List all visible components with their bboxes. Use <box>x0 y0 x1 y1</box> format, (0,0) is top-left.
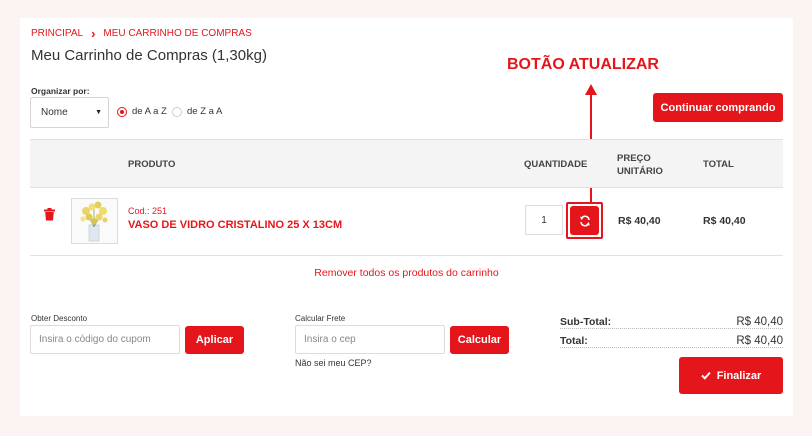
continue-shopping-button[interactable]: Continuar comprando <box>653 93 783 122</box>
shipping-label: Calcular Frete <box>295 314 346 323</box>
product-thumbnail[interactable] <box>71 198 118 244</box>
total-label: Total: <box>560 335 588 347</box>
header-total: TOTAL <box>703 159 734 170</box>
product-code: Cod.: 251 <box>128 206 168 216</box>
finalize-label: Finalizar <box>716 369 762 382</box>
radio-icon-checked <box>117 106 127 117</box>
remove-all-area: Remover todos os produtos do carrinho <box>20 267 793 279</box>
sort-radio-desc-label: de Z a A <box>187 106 223 117</box>
calculate-shipping-button[interactable]: Calcular <box>450 326 509 354</box>
header-unit-price-line2: UNITÁRIO <box>617 166 663 177</box>
table-row: Cod.: 251 VASO DE VIDRO CRISTALINO 25 X … <box>30 188 783 256</box>
product-name-link[interactable]: VASO DE VIDRO CRISTALINO 25 X 13CM <box>128 219 342 231</box>
sort-label: Organizar por: <box>31 86 90 96</box>
finalize-button[interactable]: Finalizar <box>679 357 783 394</box>
breadcrumb-separator-icon: › <box>91 25 96 41</box>
breadcrumb-home[interactable]: PRINCIPAL <box>31 28 83 39</box>
breadcrumb-current: MEU CARRINHO DE COMPRAS <box>103 28 252 39</box>
total-value: R$ 40,40 <box>736 335 783 347</box>
sort-select-value: Nome <box>41 107 68 118</box>
row-total: R$ 40,40 <box>703 215 746 227</box>
header-unit-price-line1: PREÇO <box>617 153 651 164</box>
coupon-input[interactable]: Insira o código do cupom <box>30 325 180 354</box>
table-header: PRODUTO QUANTIDADE PREÇO UNITÁRIO TOTAL <box>30 139 783 188</box>
quantity-input[interactable]: 1 <box>525 205 563 235</box>
discount-label: Obter Desconto <box>31 314 88 323</box>
subtotal-line: Sub-Total: R$ 40,40 <box>560 314 783 329</box>
apply-coupon-button[interactable]: Aplicar <box>185 326 244 354</box>
trash-icon[interactable] <box>44 208 55 221</box>
sort-radio-asc-label: de A a Z <box>132 106 167 117</box>
check-icon <box>700 371 711 380</box>
header-product: PRODUTO <box>128 159 176 170</box>
total-line: Total: R$ 40,40 <box>560 333 783 348</box>
remove-all-link[interactable]: Remover todos os produtos do carrinho <box>314 267 498 279</box>
chevron-down-icon: ▼ <box>95 109 102 116</box>
sort-radio-desc[interactable]: de Z a A <box>172 106 222 117</box>
radio-icon-unchecked <box>172 106 182 117</box>
unit-price: R$ 40,40 <box>618 215 661 227</box>
flower-vase-image <box>80 201 108 242</box>
refresh-icon <box>579 215 590 226</box>
unknown-zip-link[interactable]: Não sei meu CEP? <box>295 358 372 368</box>
header-quantity: QUANTIDADE <box>524 159 588 170</box>
update-button[interactable] <box>570 206 599 235</box>
sort-select[interactable]: Nome ▼ <box>30 97 109 128</box>
subtotal-value: R$ 40,40 <box>736 316 783 328</box>
annotation-label: BOTÃO ATUALIZAR <box>507 56 659 73</box>
zip-input[interactable]: Insira o cep <box>295 325 445 354</box>
subtotal-label: Sub-Total: <box>560 316 612 328</box>
cart-card: PRINCIPAL › MEU CARRINHO DE COMPRAS Meu … <box>20 18 793 416</box>
header-unit-price: PREÇO UNITÁRIO <box>617 152 663 178</box>
sort-radio-asc[interactable]: de A a Z <box>117 106 167 117</box>
breadcrumb: PRINCIPAL › MEU CARRINHO DE COMPRAS <box>31 25 252 41</box>
page-title: Meu Carrinho de Compras (1,30kg) <box>31 47 267 64</box>
